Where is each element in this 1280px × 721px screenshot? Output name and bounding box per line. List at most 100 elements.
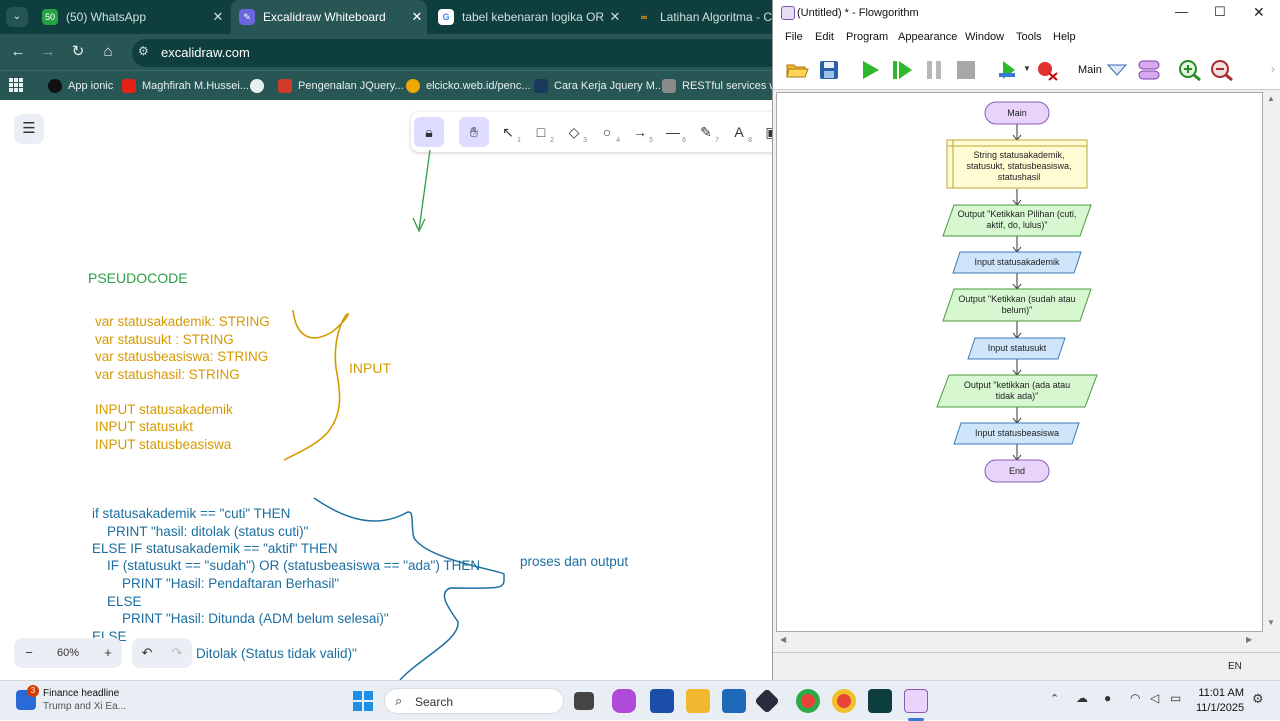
open-folder-icon[interactable] (785, 59, 809, 81)
horizontal-scrollbar[interactable]: ◀ ▶ (776, 632, 1263, 650)
app-icon[interactable] (754, 688, 780, 714)
vertical-scrollbar[interactable]: ▲ ▼ (1263, 92, 1279, 632)
site-icon (278, 79, 292, 93)
tab-excalidraw[interactable]: ✎ Excalidraw Whiteboard ✕ (231, 0, 427, 34)
input-line: INPUT statusbeasiswa (95, 437, 232, 452)
dropdown-icon[interactable]: ▼ (1023, 64, 1031, 73)
tab-search-button[interactable]: ⌄ (6, 7, 28, 27)
menu-file[interactable]: File (785, 31, 803, 43)
cloud-icon[interactable]: ☁ (1076, 691, 1088, 705)
clock-date[interactable]: 11/1/2025 (1196, 702, 1244, 714)
bookmark-globe[interactable] (250, 77, 270, 95)
home-icon[interactable]: ⌂ (98, 42, 118, 62)
zoom-level[interactable]: 60% (44, 638, 92, 668)
volume-icon[interactable]: ◁ (1150, 691, 1159, 705)
redo-button[interactable]: ↷ (162, 638, 192, 668)
scroll-up-icon[interactable]: ▲ (1267, 94, 1275, 103)
breakpoint-icon[interactable] (1035, 59, 1059, 81)
scroll-right-icon[interactable]: ▶ (1246, 635, 1252, 644)
maximize-icon[interactable]: ☐ (1214, 4, 1226, 20)
news-title[interactable]: Finance headline (43, 688, 119, 699)
bookmark-label: elcicko.web.id/penc... (426, 80, 531, 92)
reload-icon[interactable]: ↻ (68, 42, 88, 62)
flowgorithm-taskbar-icon[interactable] (904, 689, 928, 713)
bookmark-cara-kerja[interactable]: Cara Kerja Jquery M... (534, 77, 664, 95)
zoom-in-button[interactable]: + (94, 638, 122, 668)
pause-icon[interactable] (922, 59, 946, 81)
zoom-in-icon[interactable] (1178, 59, 1202, 81)
close-tab-icon[interactable]: ✕ (407, 9, 427, 25)
terminal-icon[interactable] (868, 689, 892, 713)
scroll-left-icon[interactable]: ◀ (780, 635, 786, 644)
close-tab-icon[interactable]: ✕ (208, 9, 228, 25)
undo-button[interactable]: ↶ (132, 638, 162, 668)
close-icon[interactable]: ✕ (1253, 4, 1265, 21)
var-line: var statusbeasiswa: STRING (95, 349, 269, 364)
store-icon[interactable] (722, 689, 746, 713)
tab-strip: ⌄ 50 (50) WhatsApp ✕ ✎ Excalidraw Whiteb… (0, 0, 772, 34)
tab-label: (50) WhatsApp (66, 10, 147, 24)
news-subtitle[interactable]: Trump and Xi Ea... (43, 701, 126, 712)
copilot-icon[interactable] (612, 689, 636, 713)
bookmark-elcicko[interactable]: elcicko.web.id/penc... (406, 77, 531, 95)
output-1-label: Output "Ketikkan Pilihan (cuti, aktif, d… (957, 209, 1077, 230)
forward-icon[interactable]: → (38, 42, 58, 62)
menu-appearance[interactable]: Appearance (898, 31, 957, 43)
menu-edit[interactable]: Edit (815, 31, 834, 43)
browser-chrome: ⌄ 50 (50) WhatsApp ✕ ✎ Excalidraw Whiteb… (0, 0, 792, 100)
chevron-right-icon[interactable]: › (1271, 62, 1275, 76)
windows-start-icon[interactable] (352, 690, 374, 712)
clock-time[interactable]: 11:01 AM (1196, 687, 1244, 699)
minimize-icon[interactable]: — (1175, 4, 1188, 19)
bookmark-app-ionic[interactable]: App ionic (48, 77, 113, 95)
wifi-icon[interactable]: ◠ (1130, 691, 1140, 705)
save-icon[interactable] (817, 59, 841, 81)
apps-grid-icon[interactable] (8, 77, 24, 93)
speed-icon[interactable] (997, 59, 1021, 81)
chrome-icon[interactable] (796, 689, 820, 713)
excalidraw-icon: ✎ (239, 9, 255, 25)
undo-redo-control: ↶ ↷ (132, 638, 192, 668)
search-box[interactable]: ⌕ Search (384, 688, 564, 714)
zoom-out-button[interactable]: − (14, 638, 44, 668)
scroll-down-icon[interactable]: ▼ (1267, 618, 1275, 627)
menu-tools[interactable]: Tools (1016, 31, 1042, 43)
microphone-icon[interactable]: ● (1104, 691, 1111, 705)
step-icon[interactable] (890, 59, 914, 81)
logic-line: PRINT "Hasil: Ditunda (ADM belum selesai… (92, 611, 389, 626)
site-info-icon[interactable]: ⚙ (138, 44, 149, 58)
menu-program[interactable]: Program (846, 31, 888, 43)
news-badge: 3 (27, 685, 39, 697)
run-icon[interactable] (858, 59, 882, 81)
back-icon[interactable]: ← (8, 42, 28, 62)
menu-window[interactable]: Window (965, 31, 1004, 43)
chevron-down-icon[interactable] (1105, 59, 1129, 81)
tab-colab[interactable]: ∞ Latihan Algoritma - Colab (628, 0, 772, 34)
excalidraw-canvas[interactable]: ☰ 🔒︎ ✋︎ ↖ 1 □ 2 ◇ 3 ○ 4 → 5 —6 ✎ 7 A8 ▣ PSEUDO… (0, 100, 772, 680)
task-view-icon[interactable] (574, 692, 594, 710)
chrome-profile-icon[interactable] (832, 689, 856, 713)
stop-icon[interactable] (954, 59, 978, 81)
zoom-out-icon[interactable] (1210, 59, 1234, 81)
url-text: excalidraw.com (161, 45, 250, 60)
tab-google[interactable]: G tabel kebenaran logika OR - Pe ✕ (430, 0, 625, 34)
declare-label: String statusakademik, statusukt, status… (966, 150, 1072, 182)
function-selector[interactable]: Main (1078, 64, 1102, 76)
close-tab-icon[interactable]: ✕ (605, 9, 625, 25)
start-label: Main (1007, 108, 1027, 118)
tab-whatsapp[interactable]: 50 (50) WhatsApp ✕ (34, 0, 228, 34)
bookmark-jquery[interactable]: Pengenalan JQuery... (278, 77, 404, 95)
battery-icon[interactable]: ▭ (1170, 691, 1181, 705)
file-explorer-icon[interactable] (686, 689, 710, 713)
flowgorithm-window: (Untitled) * - Flowgorithm — ☐ ✕ File Ed… (772, 0, 1280, 680)
settings-gear-icon[interactable]: ⚙ (1252, 691, 1264, 707)
chevron-up-icon[interactable]: ⌃ (1050, 692, 1059, 705)
editor-icon[interactable] (650, 689, 674, 713)
menu-bar: File Edit Program Appearance Window Tool… (773, 28, 1280, 50)
function-manager-icon[interactable] (1137, 59, 1161, 81)
bookmark-maghfirah[interactable]: Maghfirah M.Hussei... (122, 77, 249, 95)
menu-help[interactable]: Help (1053, 31, 1076, 43)
tab-label: Excalidraw Whiteboard (263, 10, 386, 24)
flowchart-area[interactable]: Main String statusakademik, statusukt, s… (776, 92, 1263, 632)
bookmarks-bar: App ionic Maghfirah M.Hussei... Pengenal… (0, 70, 792, 100)
